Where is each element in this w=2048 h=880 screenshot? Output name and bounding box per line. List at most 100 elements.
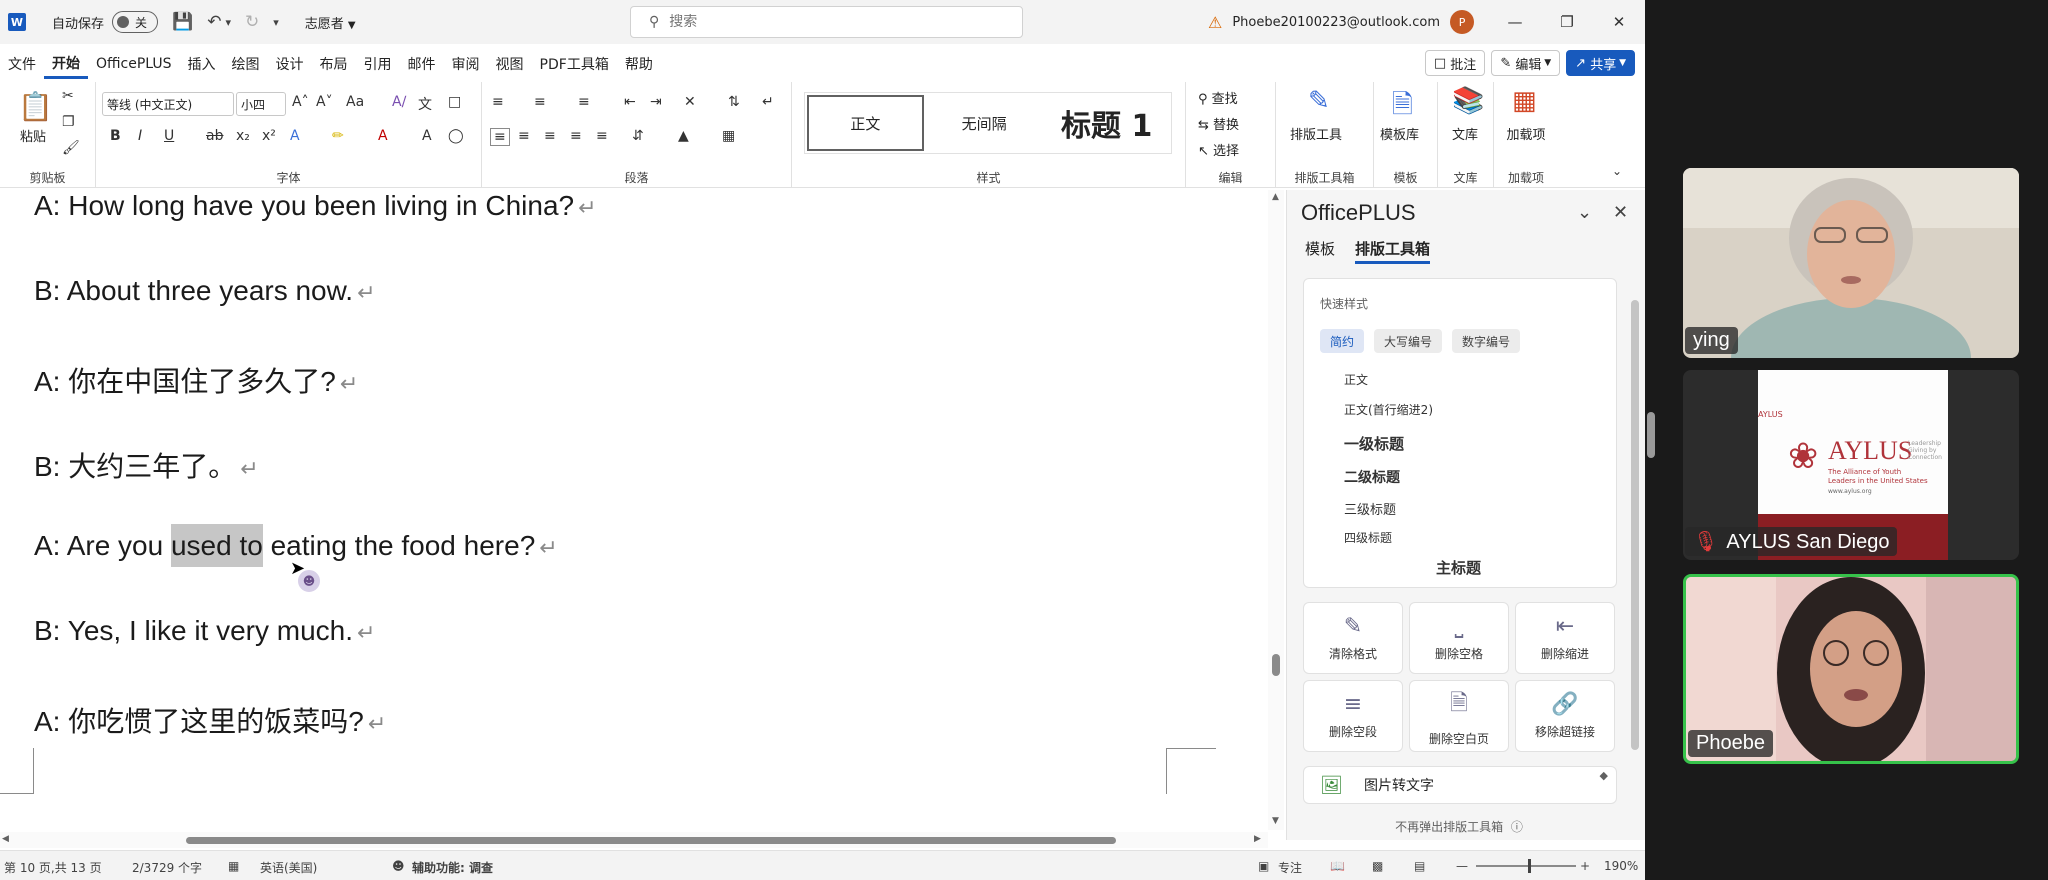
word-count[interactable]: 2/3729 个字 xyxy=(132,859,202,876)
chevron-down-icon[interactable]: ⌄ xyxy=(1577,202,1592,223)
zoom-slider[interactable] xyxy=(1476,859,1576,873)
library-button[interactable]: 文库 xyxy=(1452,124,1478,143)
tool-remove-blank-pages[interactable]: 🗎 删除空白页 xyxy=(1409,680,1509,752)
page-count[interactable]: 第 10 页,共 13 页 xyxy=(4,859,102,876)
char-shading-icon[interactable]: A xyxy=(422,128,432,144)
chip-upper-numbering[interactable]: 大写编号 xyxy=(1374,329,1443,353)
tab-pdf-tools[interactable]: PDF工具箱 xyxy=(532,49,617,79)
justify-icon[interactable]: ≡ xyxy=(570,128,582,144)
restore-icon[interactable]: ❐ xyxy=(1541,0,1593,44)
redo-icon[interactable]: ↻ xyxy=(245,12,259,32)
document-horizontal-scrollbar[interactable]: ◀ ▶ xyxy=(0,832,1268,848)
text-selection[interactable]: used to xyxy=(170,524,263,567)
strikethrough-icon[interactable]: ab xyxy=(206,128,223,144)
tool-remove-indent[interactable]: ⇤ 删除缩进 xyxy=(1515,602,1615,674)
quick-style-normal[interactable]: 正文 xyxy=(1344,371,1368,388)
shrink-font-icon[interactable]: A˅ xyxy=(316,94,333,110)
typeset-tools-icon[interactable]: ✎ xyxy=(1308,86,1330,116)
search-input[interactable] xyxy=(669,14,970,30)
print-layout-icon[interactable]: ▩ xyxy=(1372,859,1383,873)
doc-line-6[interactable]: B: Yes, I like it very much. ↵ xyxy=(34,615,375,647)
language[interactable]: 英语(美国) xyxy=(260,859,317,876)
tab-help[interactable]: 帮助 xyxy=(617,49,661,79)
superscript-icon[interactable]: x² xyxy=(262,128,276,144)
distributed-icon[interactable]: ≡ xyxy=(596,128,608,144)
replace-button[interactable]: ⇆ 替换 xyxy=(1198,114,1239,133)
tab-mailings[interactable]: 邮件 xyxy=(400,49,444,79)
tool-remove-empty-paragraphs[interactable]: ≡ 删除空段 xyxy=(1303,680,1403,752)
asian-layout-icon[interactable]: ✕ xyxy=(684,94,696,110)
zoom-in-icon[interactable]: + xyxy=(1580,859,1590,873)
picture-to-text-card[interactable]: 🖼 图片转文字 ◆ xyxy=(1303,766,1617,804)
read-mode-icon[interactable]: 📖 xyxy=(1330,859,1345,873)
addins-button[interactable]: 加载项 xyxy=(1502,124,1550,143)
sort-icon[interactable]: ⇅ xyxy=(728,94,740,110)
scroll-right-icon[interactable]: ▶ xyxy=(1254,834,1261,844)
zoom-level[interactable]: 190% xyxy=(1604,859,1638,873)
align-right-icon[interactable]: ≡ xyxy=(544,128,556,144)
quick-style-main-title[interactable]: 主标题 xyxy=(1436,557,1481,578)
chip-digit-numbering[interactable]: 数字编号 xyxy=(1452,329,1521,353)
panel-tab-typeset-toolbox[interactable]: 排版工具箱 xyxy=(1355,238,1431,264)
document-vertical-scrollbar[interactable]: ▲ ▼ xyxy=(1268,190,1284,830)
phonetic-icon[interactable]: 文 xyxy=(418,94,432,114)
doc-line-4[interactable]: B: 大约三年了。 ↵ xyxy=(34,445,259,485)
line-spacing-icon[interactable]: ⇵ xyxy=(632,128,644,144)
change-case-icon[interactable]: Aa xyxy=(346,94,364,110)
zoom-out-icon[interactable]: — xyxy=(1456,859,1468,873)
shading-icon[interactable]: ▲ xyxy=(678,128,689,144)
quick-style-heading-1[interactable]: 一级标题 xyxy=(1344,433,1404,454)
copy-icon[interactable]: ❐ xyxy=(62,114,75,130)
format-painter-icon[interactable]: 🖌 xyxy=(62,140,80,156)
paste-icon[interactable]: 📋 xyxy=(18,90,53,123)
multilevel-list-icon[interactable]: ≡ xyxy=(578,94,590,110)
chip-simple[interactable]: 简约 xyxy=(1320,329,1365,353)
participant-tile-ying[interactable]: ying xyxy=(1683,168,2019,358)
addins-icon[interactable]: ▦ xyxy=(1512,86,1537,116)
tab-officeplus[interactable]: OfficePLUS xyxy=(88,49,180,79)
underline-icon[interactable]: U xyxy=(164,128,174,144)
tab-references[interactable]: 引用 xyxy=(356,49,400,79)
customize-qat-icon[interactable]: ▾ xyxy=(273,16,279,29)
undo-dropdown-icon[interactable]: ▾ xyxy=(225,16,231,29)
tool-clear-format[interactable]: ✎ 清除格式 xyxy=(1303,602,1403,674)
quick-style-heading-3[interactable]: 三级标题 xyxy=(1344,499,1396,518)
account-area[interactable]: ⚠ Phoebe20100223@outlook.com P xyxy=(1208,10,1475,34)
typeset-tools-button[interactable]: 排版工具 xyxy=(1290,124,1342,143)
cut-icon[interactable]: ✂ xyxy=(62,88,74,104)
document-canvas[interactable]: A: How long have you been living in Chin… xyxy=(0,190,1268,830)
scrollbar-thumb[interactable] xyxy=(186,837,1116,844)
text-effects-icon[interactable]: A xyxy=(290,128,300,144)
search-box[interactable]: ⚲ xyxy=(630,6,1023,38)
clear-format-icon[interactable]: A∕ xyxy=(392,94,406,110)
participant-tile-phoebe[interactable]: Phoebe xyxy=(1683,574,2019,764)
subscript-icon[interactable]: x₂ xyxy=(236,128,250,144)
decrease-indent-icon[interactable]: ⇤ xyxy=(624,94,636,110)
tab-review[interactable]: 审阅 xyxy=(444,49,488,79)
share-button[interactable]: ↗ 共享 ▼ xyxy=(1566,50,1635,76)
save-icon[interactable]: 💾 xyxy=(172,12,193,32)
find-button[interactable]: ⚲ 查找 xyxy=(1198,88,1238,107)
grow-font-icon[interactable]: A˄ xyxy=(292,94,309,110)
bold-icon[interactable]: B xyxy=(110,128,121,144)
italic-icon[interactable]: I xyxy=(138,128,142,144)
tool-remove-spaces[interactable]: ⎵ 删除空格 xyxy=(1409,602,1509,674)
focus-mode[interactable]: 专注 xyxy=(1278,859,1302,876)
tab-view[interactable]: 视图 xyxy=(488,49,532,79)
panel-tab-templates[interactable]: 模板 xyxy=(1305,238,1335,264)
font-name-combo[interactable]: 等线 (中文正文) xyxy=(102,92,234,116)
tab-draw[interactable]: 绘图 xyxy=(224,49,268,79)
show-marks-icon[interactable]: ↵ xyxy=(762,94,774,110)
numbering-icon[interactable]: ≡ xyxy=(534,94,546,110)
align-left-icon[interactable]: ≡ xyxy=(490,128,510,146)
close-icon[interactable]: ✕ xyxy=(1593,0,1645,44)
collapse-ribbon-icon[interactable]: ⌄ xyxy=(1612,164,1622,178)
quick-style-normal-indent[interactable]: 正文(首行缩进2) xyxy=(1344,401,1433,418)
scroll-down-icon[interactable]: ▼ xyxy=(1272,816,1279,826)
participant-tile-aylus[interactable]: AYLUS ❀ AYLUS The Alliance of Youth Lead… xyxy=(1683,370,2019,560)
borders-icon[interactable]: ▦ xyxy=(722,128,735,144)
comments-button[interactable]: □ 批注 xyxy=(1424,50,1486,76)
tool-remove-hyperlinks[interactable]: 🔗 移除超链接 xyxy=(1515,680,1615,752)
paste-label[interactable]: 粘贴 xyxy=(20,126,46,145)
panel-scrollbar[interactable] xyxy=(1631,300,1639,750)
